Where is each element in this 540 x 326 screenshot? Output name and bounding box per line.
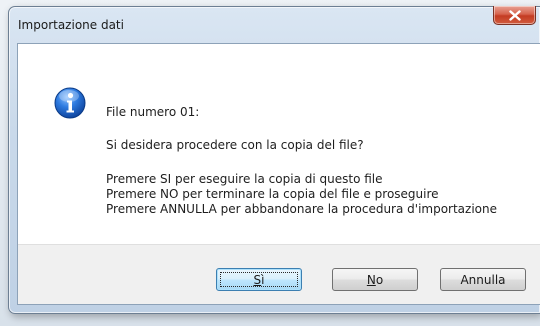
message-line-cancel-help: Premere ANNULLA per abbandonare la proce… <box>106 202 498 216</box>
no-button[interactable]: No <box>332 268 418 291</box>
dialog-body: File numero 01: Si desidera procedere co… <box>17 43 540 305</box>
yes-button-label: Sì <box>253 273 265 287</box>
info-icon <box>54 87 86 119</box>
close-button[interactable] <box>493 6 536 25</box>
yes-button[interactable]: Sì <box>216 268 302 291</box>
cancel-button-label: Annulla <box>460 273 506 287</box>
title-bar[interactable]: Importazione dati <box>9 6 540 43</box>
cancel-button[interactable]: Annulla <box>440 268 526 291</box>
message-area: File numero 01: Si desidera procedere co… <box>18 44 540 244</box>
message-line-yes-help: Premere SI per eseguire la copia di ques… <box>106 172 383 186</box>
no-button-label: No <box>366 273 384 287</box>
message-line-no-help: Premere NO per terminare la copia del fi… <box>106 187 439 201</box>
message-line-question: Si desidera procedere con la copia del f… <box>106 138 364 152</box>
message-line-file-number: File numero 01: <box>106 105 200 119</box>
button-bar: Sì No Annulla <box>18 244 540 304</box>
dialog-window: Importazione dati File numero 01: Si des… <box>8 6 540 314</box>
window-title: Importazione dati <box>18 18 124 32</box>
close-icon <box>509 10 521 21</box>
